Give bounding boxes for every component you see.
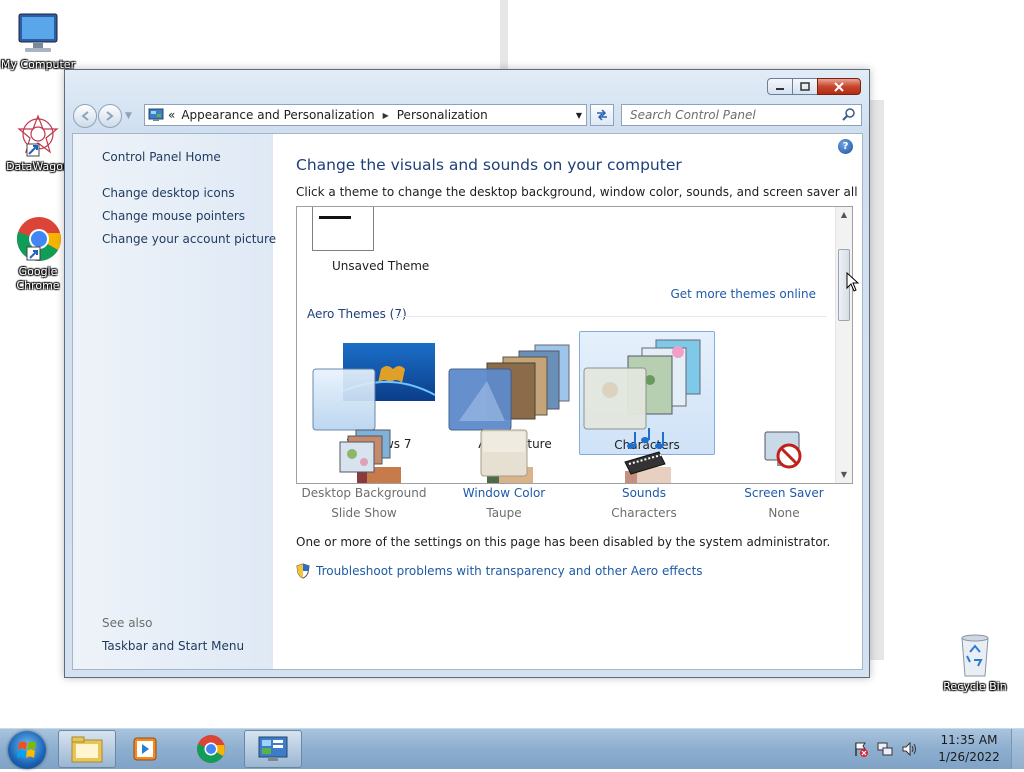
search-input[interactable] <box>628 107 841 123</box>
taskbar: 11:35 AM 1/26/2022 <box>0 728 1024 769</box>
forward-button[interactable] <box>98 104 122 128</box>
help-icon[interactable]: ? <box>838 139 853 154</box>
show-desktop-button[interactable] <box>1011 729 1024 769</box>
window-controls <box>767 78 861 95</box>
recycle-bin-icon <box>961 634 989 677</box>
network-icon[interactable] <box>877 741 893 757</box>
forward-arrow-icon <box>106 111 114 121</box>
volume-icon[interactable] <box>901 741 917 757</box>
desktop-decoration <box>500 0 508 69</box>
desktop-icon-label: Recycle Bin <box>943 680 1007 693</box>
taskbar-windows-explorer[interactable] <box>58 730 116 768</box>
get-more-themes-link[interactable]: Get more themes online <box>670 287 816 301</box>
windows-logo-icon <box>17 741 36 758</box>
tasks-pane: Control Panel Home Change desktop icons … <box>73 134 276 669</box>
page-subtitle: Click a theme to change the desktop back… <box>296 185 863 199</box>
recent-pages-dropdown[interactable]: ▼ <box>125 111 132 121</box>
troubleshoot-link[interactable]: Troubleshoot problems with transparency … <box>296 563 703 579</box>
refresh-button[interactable] <box>590 104 614 126</box>
setting-title: Desktop Background <box>301 486 427 500</box>
unsaved-theme-thumbnail[interactable] <box>312 207 374 251</box>
search-box[interactable] <box>621 104 862 126</box>
control-panel-icon <box>258 736 288 761</box>
see-also-label: See also <box>102 616 153 630</box>
notification-area: 11:35 AM 1/26/2022 <box>849 729 1024 769</box>
control-panel-icon <box>148 108 164 121</box>
breadcrumb-personalization[interactable]: Personalization <box>397 108 488 122</box>
unsaved-theme-label[interactable]: Unsaved Theme <box>332 259 429 273</box>
desktop-icon-my-computer[interactable]: My Computer <box>0 8 76 72</box>
taskbar-google-chrome[interactable] <box>182 730 240 768</box>
shield-icon <box>296 563 310 579</box>
folder-icon <box>71 736 103 763</box>
change-account-picture-link[interactable]: Change your account picture <box>102 232 276 246</box>
scroll-up-icon[interactable]: ▲ <box>836 207 852 223</box>
setting-value: Slide Show <box>331 506 397 520</box>
policy-notice: One or more of the settings on this page… <box>296 535 831 549</box>
breadcrumb-appearance[interactable]: Appearance and Personalization <box>181 108 374 122</box>
breadcrumb-separator-icon[interactable]: ▶ <box>383 111 389 120</box>
navigation-buttons: ▼ <box>73 104 132 128</box>
desktop-decoration <box>870 100 884 660</box>
minimize-icon <box>776 87 784 90</box>
mouse-cursor-icon <box>846 272 860 292</box>
chrome-icon <box>197 735 225 763</box>
address-bar[interactable]: « Appearance and Personalization ▶ Perso… <box>144 104 587 126</box>
characters-theme-thumbnail <box>583 339 701 430</box>
setting-value: None <box>768 506 800 520</box>
desktop-background-icon <box>339 429 391 473</box>
window-color-swatch-icon <box>480 429 528 477</box>
clock-time: 11:35 AM <box>940 733 998 747</box>
address-dropdown-icon[interactable]: ▼ <box>576 111 582 120</box>
troubleshoot-link-text[interactable]: Troubleshoot problems with transparency … <box>316 564 703 578</box>
taskbar-control-panel[interactable] <box>244 730 302 768</box>
refresh-icon <box>597 109 607 121</box>
back-button[interactable] <box>73 104 97 128</box>
aero-themes-header: Aero Themes (7) <box>307 307 407 321</box>
start-button[interactable] <box>8 731 46 769</box>
setting-value: Characters <box>611 506 677 520</box>
system-clock[interactable]: 11:35 AM 1/26/2022 <box>929 732 1009 766</box>
action-center-flag-icon[interactable] <box>853 741 869 757</box>
control-panel-home-link[interactable]: Control Panel Home <box>102 150 221 164</box>
minimize-button[interactable] <box>767 78 793 95</box>
datawagon-icon <box>17 114 59 157</box>
search-icon[interactable] <box>841 107 857 123</box>
setting-title: Window Color <box>462 486 546 500</box>
change-mouse-pointers-link[interactable]: Change mouse pointers <box>102 209 245 223</box>
setting-title: Sounds <box>621 486 667 500</box>
desktop-icon-recycle-bin[interactable]: Recycle Bin <box>937 630 1013 694</box>
taskbar-media-player[interactable] <box>116 730 174 768</box>
taskbar-start-menu-link[interactable]: Taskbar and Start Menu <box>102 639 244 653</box>
maximize-button[interactable] <box>792 78 818 95</box>
close-button[interactable] <box>817 78 861 95</box>
maximize-icon <box>800 82 810 91</box>
setting-title: Screen Saver <box>744 486 824 500</box>
sounds-icon <box>624 428 666 475</box>
theme-settings-row: Desktop Background Slide Show Window Col… <box>296 424 856 524</box>
breadcrumb-overflow[interactable]: « <box>168 108 175 122</box>
content-area: Control Panel Home Change desktop icons … <box>72 133 863 670</box>
architecture-theme-thumbnail <box>448 344 570 431</box>
windows-7-theme-thumbnail <box>312 343 436 431</box>
personalization-window: ▼ « Appearance and Personalization ▶ Per… <box>64 69 870 678</box>
close-icon <box>834 81 844 92</box>
group-divider <box>397 316 826 317</box>
back-arrow-icon <box>81 111 89 121</box>
computer-icon <box>18 13 58 52</box>
chrome-icon <box>16 217 61 261</box>
main-pane: ? Change the visuals and sounds on your … <box>273 134 862 669</box>
page-title: Change the visuals and sounds on your co… <box>296 156 682 174</box>
setting-value: Taupe <box>486 506 522 520</box>
media-player-icon <box>133 737 157 761</box>
change-desktop-icons-link[interactable]: Change desktop icons <box>102 186 235 200</box>
screen-saver-icon <box>764 431 802 469</box>
clock-date: 1/26/2022 <box>938 750 1000 764</box>
